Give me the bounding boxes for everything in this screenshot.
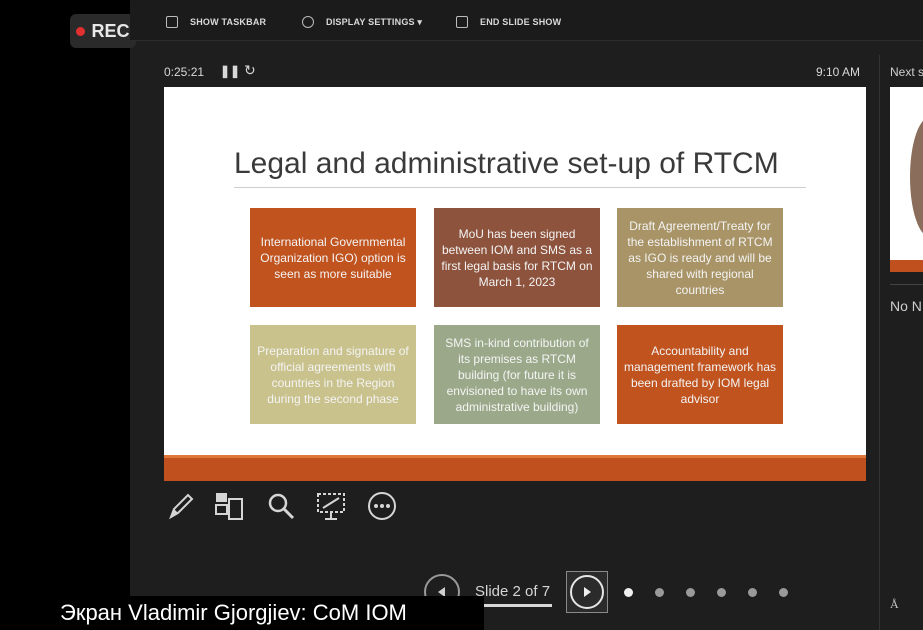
caption-underline — [484, 604, 552, 607]
font-size-icon[interactable]: Å — [890, 597, 899, 612]
progress-dot — [686, 588, 695, 597]
slide-footer-bar — [164, 455, 866, 481]
next-slide-thumbnail[interactable] — [890, 87, 923, 272]
slide-box-2: MoU has been signed between IOM and SMS … — [434, 208, 600, 307]
next-button-ring — [570, 575, 604, 609]
end-show-icon — [456, 16, 468, 28]
pen-icon — [169, 493, 194, 520]
slide-box-6: Accountability and management framework … — [617, 325, 783, 424]
thumbnail-image — [910, 117, 923, 237]
screen-share-caption: Экран Vladimir Gjorgjiev: CoM IOM — [0, 596, 484, 630]
progress-dot — [655, 588, 664, 597]
thumbnail-footer-bar — [890, 260, 923, 272]
display-settings-button[interactable]: DISPLAY SETTINGS ▾ — [302, 14, 422, 30]
zoom-icon — [268, 493, 295, 520]
progress-dot — [779, 588, 788, 597]
current-slide: Legal and administrative set-up of RTCM … — [164, 87, 866, 481]
more-options-button[interactable] — [365, 488, 399, 524]
slide-counter[interactable]: Slide 2 of 7 — [475, 583, 550, 600]
slide-box-5: SMS in-kind contribution of its premises… — [434, 325, 600, 424]
slides-grid-icon — [215, 493, 243, 520]
zoom-button[interactable] — [264, 488, 298, 524]
show-taskbar-label: SHOW TASKBAR — [190, 17, 267, 27]
progress-dot — [748, 588, 757, 597]
slide-box-4: Preparation and signature of official ag… — [250, 325, 416, 424]
display-settings-icon — [302, 16, 314, 28]
show-taskbar-button[interactable]: SHOW TASKBAR — [166, 14, 266, 30]
slide-title: Legal and administrative set-up of RTCM — [234, 147, 779, 180]
taskbar-icon — [166, 16, 178, 28]
next-arrow-icon — [584, 587, 591, 597]
current-time: 9:10 AM — [816, 65, 861, 79]
pen-tool-button[interactable] — [164, 488, 198, 524]
recording-indicator: REC — [70, 14, 136, 48]
progress-dot-current — [624, 588, 633, 597]
restart-timer-icon[interactable]: ↻ — [244, 62, 256, 79]
black-margin — [0, 0, 130, 630]
pause-timer-icon[interactable]: ❚❚ — [220, 64, 240, 78]
slide-box-1: International Governmental Organization … — [250, 208, 416, 307]
elapsed-timer: 0:25:21 — [164, 65, 205, 79]
title-divider — [234, 187, 806, 188]
record-dot-icon — [76, 26, 86, 36]
end-slide-show-button[interactable]: END SLIDE SHOW — [456, 14, 561, 30]
more-options-icon — [368, 492, 396, 520]
display-settings-label: DISPLAY SETTINGS ▾ — [326, 16, 423, 27]
progress-dot — [717, 588, 726, 597]
next-slide-button[interactable] — [566, 571, 608, 613]
pointer-screen-icon — [317, 493, 345, 520]
notes-divider — [890, 284, 923, 285]
pointer-screen-button[interactable] — [314, 488, 348, 524]
speaker-notes: No N — [890, 298, 922, 314]
next-slide-label: Next s — [890, 65, 923, 79]
end-slide-show-label: END SLIDE SHOW — [480, 17, 562, 27]
recording-label: REC — [91, 20, 130, 41]
see-all-slides-button[interactable] — [212, 488, 246, 524]
slide-box-3: Draft Agreement/Treaty for the establish… — [617, 208, 783, 307]
